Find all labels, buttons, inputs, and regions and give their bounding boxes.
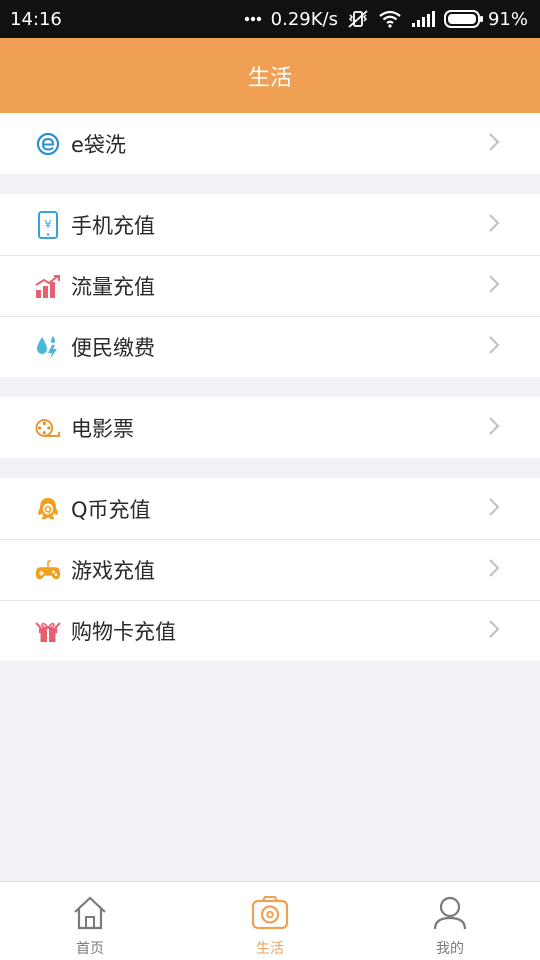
wifi-icon (378, 10, 402, 28)
phone-recharge-icon: ¥ (35, 210, 61, 239)
chevron-right-icon (488, 213, 500, 237)
group-laundry: e袋洗 (0, 113, 540, 174)
app-bar: 生活 (0, 38, 540, 113)
gift-card-icon (35, 618, 61, 644)
qq-coin-icon: Q (35, 496, 61, 522)
list-item-label: Q币充值 (71, 497, 151, 522)
service-list: e袋洗 ¥ 手机充值 流量充值 便民缴费 电影票 Q Q币充值 游戏充值 购物卡… (0, 113, 540, 681)
tab-label: 我的 (436, 941, 464, 957)
gamepad-icon (35, 557, 61, 583)
list-item-film-ticket[interactable]: 电影票 (0, 397, 540, 458)
chevron-right-icon (488, 497, 500, 521)
tab-home[interactable]: 首页 (0, 882, 180, 960)
list-item-game-recharge[interactable]: 游戏充值 (0, 539, 540, 600)
list-item-label: 游戏充值 (71, 558, 155, 583)
list-item-label: e袋洗 (71, 132, 126, 157)
status-bar: 14:16 0.29K/s 91% (0, 0, 540, 38)
group-movie: 电影票 (0, 397, 540, 458)
tab-mine[interactable]: 我的 (360, 882, 540, 960)
chevron-right-icon (488, 132, 500, 156)
data-recharge-icon (35, 273, 61, 299)
svg-text:¥: ¥ (45, 218, 52, 231)
group-recharge: ¥ 手机充值 流量充值 便民缴费 (0, 194, 540, 377)
svg-text:Q: Q (44, 505, 52, 515)
utility-payment-icon (35, 334, 61, 360)
status-time: 14:16 (10, 8, 62, 30)
list-item-data-recharge[interactable]: 流量充值 (0, 255, 540, 316)
more-dots-icon (244, 16, 262, 22)
battery-icon (443, 10, 483, 28)
bottom-tab-bar: 首页 生活 我的 (0, 881, 540, 960)
list-item-qq-coin[interactable]: Q Q币充值 (0, 478, 540, 539)
list-item-label: 电影票 (71, 416, 134, 441)
profile-icon (432, 896, 468, 934)
battery: 91% (443, 8, 528, 30)
chevron-right-icon (488, 335, 500, 359)
battery-level: 91% (487, 8, 528, 30)
list-item-phone-recharge[interactable]: ¥ 手机充值 (0, 194, 540, 255)
tab-life[interactable]: 生活 (180, 882, 360, 960)
chevron-right-icon (488, 274, 500, 298)
group-games: Q Q币充值 游戏充值 购物卡充值 (0, 478, 540, 661)
list-item-e-laundry[interactable]: e袋洗 (0, 113, 540, 174)
list-item-label: 便民缴费 (71, 335, 155, 360)
page-title: 生活 (247, 65, 292, 91)
e-laundry-icon (35, 131, 61, 157)
chevron-right-icon (488, 416, 500, 440)
signal-icon (411, 11, 435, 27)
list-item-label: 购物卡充值 (71, 619, 176, 644)
status-indicators: 0.29K/s 91% (244, 9, 528, 30)
tab-label: 首页 (76, 941, 104, 957)
vibrate-off-icon (347, 9, 369, 29)
list-item-label: 流量充值 (71, 274, 155, 299)
tab-label: 生活 (256, 941, 284, 957)
camera-icon (251, 896, 289, 934)
list-item-gift-card[interactable]: 购物卡充值 (0, 600, 540, 661)
list-item-label: 手机充值 (71, 213, 155, 238)
chevron-right-icon (488, 558, 500, 582)
network-speed: 0.29K/s (270, 8, 338, 30)
film-ticket-icon (35, 415, 61, 441)
list-item-utility-payment[interactable]: 便民缴费 (0, 316, 540, 377)
chevron-right-icon (488, 619, 500, 643)
home-icon (72, 896, 108, 934)
